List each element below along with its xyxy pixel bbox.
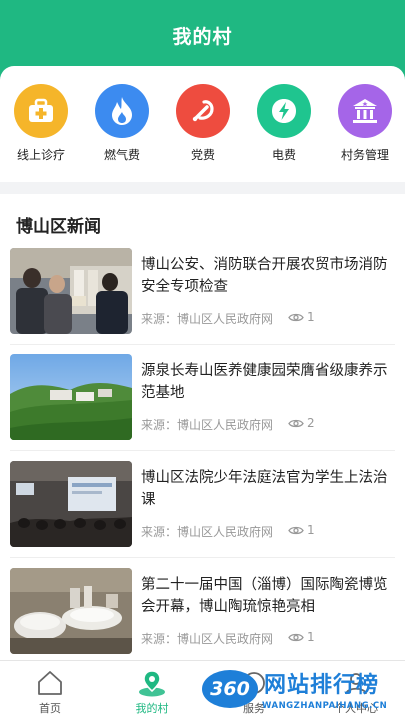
service-label: 燃气费 [103,148,140,162]
village-hall-icon [338,84,392,138]
view-count-value: 1 [307,523,315,537]
news-item[interactable]: 博山公安、消防联合开展农贸市场消防安全专项检查 来源：博山区人民政府网 1 [10,248,395,334]
page-title: 我的村 [172,26,233,48]
news-source: 来源：博山区人民政府网 [141,418,274,432]
view-count-value: 1 [307,310,315,324]
news-item[interactable]: 第二十一届中国（淄博）国际陶瓷博览会开幕，博山陶琉惊艳亮相 来源：博山区人民政府… [10,568,395,654]
view-count: 1 [288,310,315,324]
view-count: 1 [288,630,315,644]
flame-icon [95,84,149,138]
divider [10,557,395,558]
news-source: 来源：博山区人民政府网 [141,525,274,539]
service-label: 电费 [271,148,296,162]
news-source: 来源：博山区人民政府网 [141,312,274,326]
watermark-url: WANGZHANPAIHANG.CN [262,701,388,711]
service-label: 线上诊疗 [16,148,65,162]
divider [10,344,395,345]
news-thumbnail [10,568,132,654]
news-headline: 第二十一届中国（淄博）国际陶瓷博览会开幕，博山陶琉惊艳亮相 [141,577,388,615]
news-item[interactable]: 博山区法院少年法庭法官为学生上法治课 来源：博山区人民政府网 1 [10,461,395,547]
view-count: 1 [288,523,315,537]
news-headline: 博山区法院少年法庭法官为学生上法治课 [141,470,388,508]
news-thumbnail [10,248,132,334]
eye-icon [288,313,304,321]
news-section: 博山区新闻 博山公安、消防联合开展农贸市场消防安全专项检查 来源：博山区人民政府… [0,194,405,660]
divider [10,450,395,451]
service-shortcuts: 线上诊疗 燃气费 党费 电费 村务管理 [0,66,405,182]
site-watermark: 360 网站排行榜 WANGZHANPAIHANG.CN [196,664,405,720]
tab-home[interactable]: 首页 [10,669,90,716]
news-headline: 源泉长寿山医养健康园荣膺省级康养示范基地 [141,363,388,401]
news-headline: 博山公安、消防联合开展农贸市场消防安全专项检查 [141,257,388,295]
tab-my-village[interactable]: 我的村 [112,669,192,716]
view-count-value: 1 [307,630,315,644]
view-count: 2 [288,416,315,430]
news-item[interactable]: 源泉长寿山医养健康园荣膺省级康养示范基地 来源：博山区人民政府网 2 [10,354,395,440]
eye-icon [288,633,304,641]
party-emblem-icon [176,84,230,138]
lightning-icon [257,84,311,138]
service-electricity-fee[interactable]: 电费 [249,84,319,163]
eye-icon [288,419,304,427]
service-party-fee[interactable]: 党费 [168,84,238,163]
service-label: 党费 [190,148,215,162]
eye-icon [288,526,304,534]
view-count-value: 2 [307,416,315,430]
service-label: 村务管理 [340,148,389,162]
medical-kit-icon [14,84,68,138]
news-thumbnail [10,354,132,440]
watermark-logo: 360 [202,670,258,708]
service-gas-fee[interactable]: 燃气费 [87,84,157,163]
news-source: 来源：博山区人民政府网 [141,632,274,646]
service-online-clinic[interactable]: 线上诊疗 [6,84,76,163]
news-thumbnail [10,461,132,547]
tab-label: 首页 [39,702,61,715]
section-title: 博山区新闻 [16,217,101,237]
service-village-affairs[interactable]: 村务管理 [330,84,400,163]
home-icon [10,669,90,697]
watermark-text: 网站排行榜 [264,673,380,698]
location-pin-icon [112,669,192,697]
tab-label: 我的村 [135,702,169,715]
